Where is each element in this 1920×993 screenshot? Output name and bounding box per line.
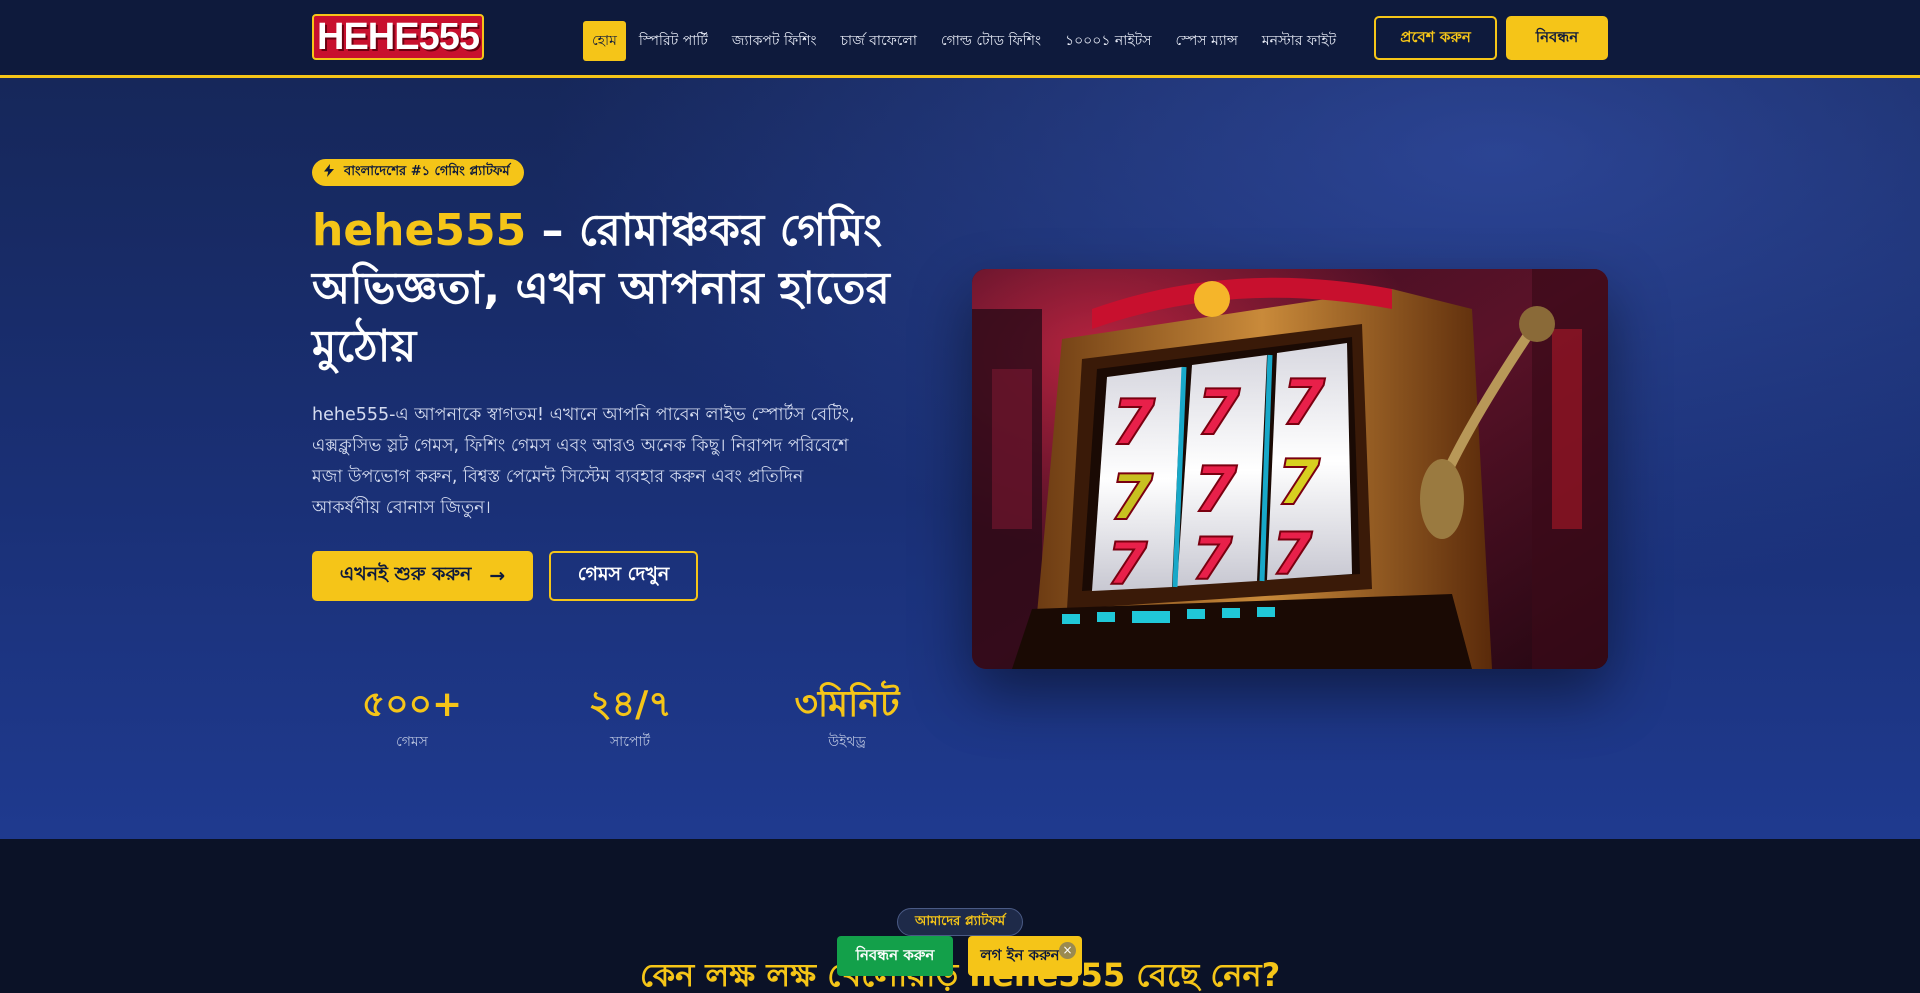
nav-item-home[interactable]: হোম <box>583 21 626 61</box>
arrow-right-icon: → <box>489 565 506 587</box>
svg-text:7: 7 <box>1272 520 1313 588</box>
stat-withdraw: ৩মিনিট উইথড্র <box>757 684 937 754</box>
hero-section: বাংলাদেশের #১ গেমিং প্ল্যাটফর্ম hehe555 … <box>0 78 1920 839</box>
slot-machine-illustration: 7 7 7 7 7 7 7 7 7 <box>972 269 1608 669</box>
start-now-label: এখনই শুরু করুন <box>339 563 472 585</box>
nav-item-charge-buffalo[interactable]: চার্জ বাফেলো <box>829 21 929 61</box>
view-games-button[interactable]: গেমস দেখুন <box>549 551 698 601</box>
lightning-bolt-icon <box>324 164 334 181</box>
stat-games: ৫০০+ গেমস <box>322 684 502 754</box>
stat-value: ২৪/৭ <box>588 684 672 725</box>
floating-register-button[interactable]: নিবন্ধন করুন <box>837 936 953 976</box>
site-header: HEHE555 হোম স্পিরিট পার্টি জ্যাকপট ফিশিং… <box>0 0 1920 78</box>
stat-value: ৫০০+ <box>361 684 463 725</box>
close-icon[interactable]: × <box>1059 942 1076 959</box>
svg-text:7: 7 <box>1107 530 1148 598</box>
nav-item-space-man[interactable]: স্পেস ম্যান্স <box>1164 21 1250 61</box>
section-badge: আমাদের প্ল্যাটফর্ম <box>897 908 1023 936</box>
stat-support: ২৪/৭ সাপোর্ট <box>540 684 720 754</box>
nav-item-10001-nights[interactable]: ১০০০১ নাইটস <box>1053 21 1164 61</box>
section-title: কেন লক্ষ লক্ষ খেলোয়াড় hehe555 বেছে নেন… <box>639 956 1281 993</box>
nav-item-jackpot-fishing[interactable]: জ্যাকপট ফিশিং <box>720 21 829 61</box>
slot-machine-image: 7 7 7 7 7 7 7 7 7 <box>972 269 1608 669</box>
hero-badge: বাংলাদেশের #১ গেমিং প্ল্যাটফর্ম <box>312 159 524 186</box>
svg-text:7: 7 <box>1194 453 1238 526</box>
register-button[interactable]: নিবন্ধন <box>1506 16 1608 60</box>
svg-text:7: 7 <box>1112 386 1156 459</box>
svg-text:7: 7 <box>1282 366 1326 439</box>
hero-description: hehe555-এ আপনাকে স্বাগতম! এখানে আপনি পাব… <box>312 405 855 518</box>
svg-text:7: 7 <box>1197 376 1241 449</box>
login-button[interactable]: প্রবেশ করুন <box>1374 16 1497 60</box>
site-logo[interactable]: HEHE555 <box>312 14 484 60</box>
nav-item-gold-toad-fishing[interactable]: গোল্ড টোড ফিশিং <box>929 21 1053 61</box>
hero-title: hehe555 – রোমাঞ্চকর গেমিং অভিজ্ঞতা, এখন … <box>312 202 912 376</box>
svg-text:7: 7 <box>1110 461 1154 534</box>
stat-label: গেমস <box>396 734 428 750</box>
start-now-button[interactable]: এখনই শুরু করুন → <box>312 551 533 601</box>
svg-text:7: 7 <box>1192 525 1233 593</box>
main-nav: হোম স্পিরিট পার্টি জ্যাকপট ফিশিং চার্জ ব… <box>583 21 1348 61</box>
hero-title-brand: hehe555 <box>312 205 527 256</box>
nav-item-spirit-party[interactable]: স্পিরিট পার্টি <box>627 21 720 61</box>
stat-label: সাপোর্ট <box>609 734 651 750</box>
logo-text: HEHE555 <box>317 15 480 58</box>
stat-label: উইথড্র <box>828 734 866 750</box>
hero-badge-text: বাংলাদেশের #১ গেমিং প্ল্যাটফর্ম <box>344 164 510 179</box>
nav-item-monster-fight[interactable]: মনস্টার ফাইট <box>1250 21 1348 61</box>
stat-value: ৩মিনিট <box>794 684 900 725</box>
svg-text:7: 7 <box>1277 446 1321 519</box>
